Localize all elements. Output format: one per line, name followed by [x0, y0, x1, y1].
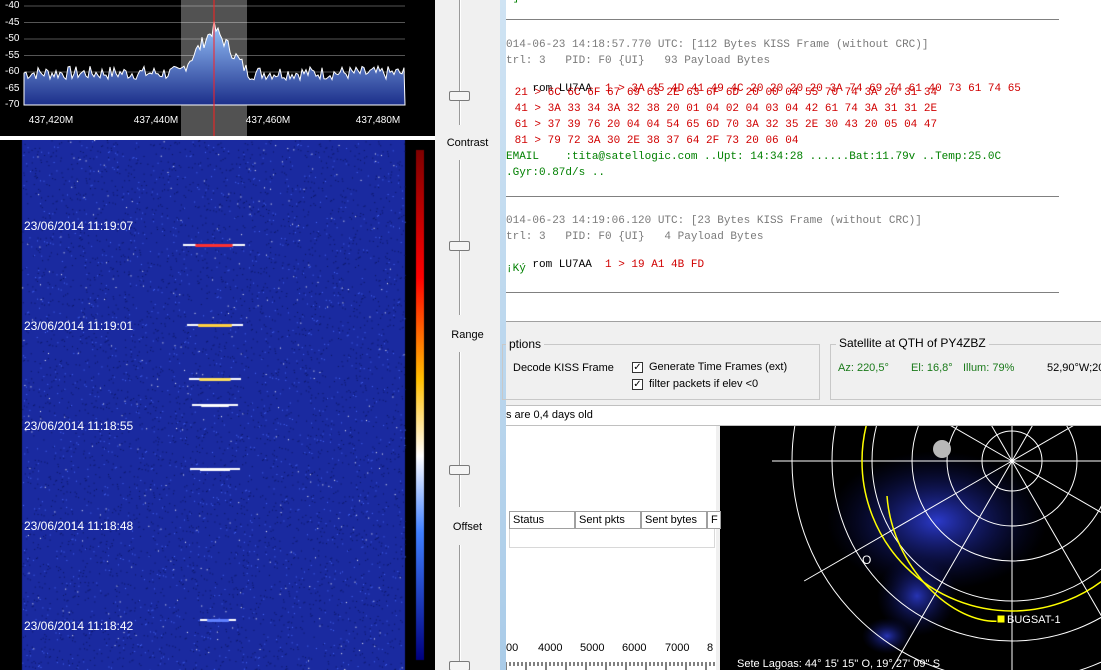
ascii-line: ¡Ký	[506, 263, 526, 275]
generate-time-frames-label[interactable]: Generate Time Frames (ext)	[649, 361, 787, 373]
ruler-label: 00	[506, 642, 519, 654]
satellite-illum: Illum: 79%	[963, 362, 1015, 374]
generate-time-frames-checkbox[interactable]: ✓	[632, 362, 643, 373]
hex-line: 81 > 79 72 3A 30 2E 38 37 64 2F 73 20 06…	[508, 135, 799, 147]
ascii-line: EMAIL :tita@satellogic.com ..Upt: 14:34:…	[506, 151, 1002, 163]
table-header-sent-bytes[interactable]: Sent bytes	[641, 511, 707, 529]
db-tick-label: -45	[5, 16, 20, 28]
range-slider-track[interactable]	[459, 352, 461, 507]
db-tick-label: -70	[5, 99, 20, 110]
filter-packets-checkbox[interactable]: ✓	[632, 379, 643, 390]
top-slider-track[interactable]	[459, 0, 461, 125]
packet-log[interactable]: v] 014-06-23 14:18:57.770 UTC: [112 Byte…	[506, 0, 1101, 322]
options-panel: ptions Decode KISS Frame ✓ Generate Time…	[502, 322, 1101, 405]
satellite-title: Satellite at QTH of PY4ZBZ	[836, 336, 989, 350]
db-tick-label: -50	[5, 33, 20, 44]
contrast-slider-track[interactable]	[459, 160, 461, 315]
table-header-sent-pkts[interactable]: Sent pkts	[575, 511, 641, 529]
db-tick-label: -55	[5, 49, 20, 61]
db-tick-label: -40	[5, 0, 20, 11]
frame2-from: rom LU7AA	[532, 259, 592, 271]
waterfall-timestamp: 23/06/2014 11:19:01	[24, 319, 134, 333]
filter-packets-label[interactable]: filter packets if elev <0	[649, 378, 758, 390]
satellite-az: Az: 220,5°	[838, 362, 889, 374]
frame1-header: 014-06-23 14:18:57.770 UTC: [112 Bytes K…	[506, 39, 929, 51]
frequency-tick-label: 437,480M	[355, 115, 401, 126]
satellite-name-label: BUGSAT-1	[1007, 614, 1061, 626]
db-tick-label: -60	[5, 66, 20, 77]
ruler-label: 4000	[538, 642, 563, 654]
range-label: Range	[451, 329, 484, 341]
satellite-el: El: 16,8°	[911, 362, 953, 374]
log-separator	[506, 196, 1059, 197]
satellite-position: 52,90°W;20	[1047, 362, 1101, 374]
satellite-polar-map[interactable]: O BUGSAT-1 Sete Lagoas: 44° 15' 15'' O, …	[722, 426, 1101, 670]
frequency-ruler: 00 4000 5000 6000 7000 8	[506, 640, 716, 670]
hex-line: 1 > 19 A1 4B FD	[591, 259, 705, 271]
satellite-marker-icon	[996, 614, 1006, 624]
ruler-label: 5000	[580, 642, 605, 654]
waterfall-timestamp: 23/06/2014 11:19:07	[24, 219, 134, 233]
ruler-label: 6000	[622, 642, 647, 654]
ruler-label: 7000	[665, 642, 690, 654]
log-separator	[506, 292, 1059, 293]
table-header-f[interactable]: F	[707, 511, 721, 529]
table-header-status[interactable]: Status	[509, 511, 575, 529]
coverage-blob	[862, 618, 912, 654]
contrast-slider-thumb[interactable]	[449, 241, 470, 251]
offset-slider-track[interactable]	[459, 545, 461, 670]
frame2-header: 014-06-23 14:19:06.120 UTC: [23 Bytes KI…	[506, 215, 922, 227]
waterfall-timestamp: 23/06/2014 11:18:48	[24, 519, 134, 533]
hex-line: 61 > 37 39 76 20 04 04 54 65 6D 70 3A 32…	[508, 119, 938, 131]
frequency-tick-label: 437,460M	[245, 115, 291, 126]
frame1-ctrl: trl: 3 PID: F0 {UI} 93 Payload Bytes	[506, 55, 771, 67]
waterfall-display[interactable]: 23/06/2014 11:19:07 23/06/2014 11:19:01 23…	[0, 140, 435, 670]
frequency-tick-label: 437,440M	[133, 115, 179, 126]
ruler-label: 8	[707, 642, 714, 654]
log-fragment: v]	[506, 0, 519, 4]
contrast-label: Contrast	[446, 137, 489, 149]
range-slider-thumb[interactable]	[449, 465, 470, 475]
offset-label: Offset	[452, 521, 483, 533]
moon-icon	[933, 440, 951, 458]
ascii-line: .Gyr:0.87d/s ..	[506, 167, 606, 179]
options-group-title: ptions	[506, 337, 545, 351]
slider-column: Contrast Range Offset	[435, 0, 500, 670]
status-strip: s are 0,4 days old	[506, 405, 1101, 426]
frame2-ctrl: trl: 3 PID: F0 {UI} 4 Payload Bytes	[506, 231, 764, 243]
waterfall-timestamp: 23/06/2014 11:18:42	[24, 619, 134, 633]
top-slider-thumb[interactable]	[449, 91, 470, 101]
spectrum-display[interactable]: -40 -45 -50 -55 -60 -65 -70 437,420M 437,440M 43…	[0, 0, 435, 136]
table-row[interactable]	[509, 529, 715, 548]
tle-age-text: s are 0,4 days old	[506, 409, 593, 421]
frequency-tick-label: 437,420M	[28, 115, 74, 126]
client-table[interactable]: Status Sent pkts Sent bytes F 00 4000 5000…	[506, 426, 721, 670]
polar-plot	[772, 426, 1101, 670]
decode-kiss-label[interactable]: Decode KISS Frame	[513, 362, 614, 374]
db-tick-label: -65	[5, 82, 20, 94]
west-label: O	[862, 553, 872, 567]
hex-line: 41 > 3A 33 34 3A 32 38 20 01 04 02 04 03…	[508, 103, 938, 115]
log-separator	[506, 19, 1059, 20]
azimuth-line	[1011, 426, 1033, 462]
offset-slider-thumb[interactable]	[449, 661, 470, 670]
waterfall-timestamp: 23/06/2014 11:18:55	[24, 419, 134, 433]
azimuth-line	[1011, 426, 1074, 462]
location-label: Sete Lagoas: 44° 15' 15'' O, 19° 27' 09'…	[737, 658, 941, 670]
frame2-from-line: rom LU7AA 1 > 19 A1 4B FD	[506, 247, 704, 283]
hex-line: 21 > 6C 6C 6F 67 69 63 2E 63 6F 6D 20 00…	[508, 87, 938, 99]
